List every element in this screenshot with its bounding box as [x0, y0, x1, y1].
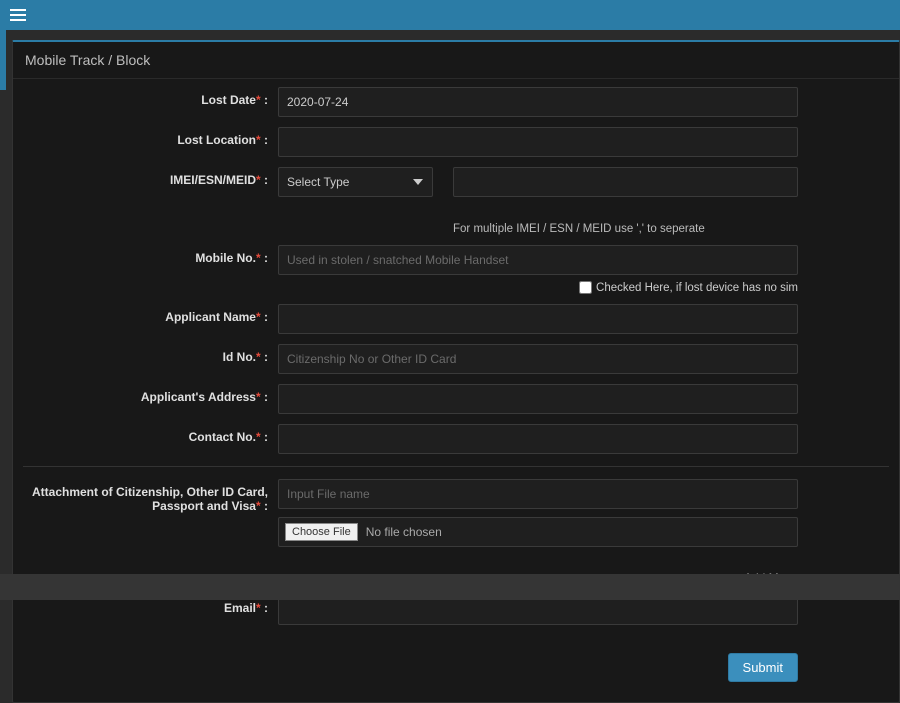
label-id-no: Id No.* :: [23, 344, 278, 364]
label-imei: IMEI/ESN/MEID* :: [23, 167, 278, 187]
contact-no-input[interactable]: [278, 424, 798, 454]
imei-type-select[interactable]: Select Type: [278, 167, 433, 197]
label-lost-date: Lost Date* :: [23, 87, 278, 107]
footer: [0, 574, 900, 600]
file-picker[interactable]: Choose File No file chosen: [278, 517, 798, 547]
menu-icon[interactable]: [10, 9, 26, 21]
choose-file-button[interactable]: Choose File: [285, 523, 358, 541]
submit-button[interactable]: Submit: [728, 653, 798, 682]
divider: [23, 466, 889, 467]
panel-title: Mobile Track / Block: [13, 42, 899, 79]
mobile-track-panel: Mobile Track / Block Lost Date* : Lost L…: [12, 40, 900, 703]
no-sim-checkbox[interactable]: [579, 281, 592, 294]
file-name-input[interactable]: [278, 479, 798, 509]
imei-help-text: For multiple IMEI / ESN / MEID use ',' t…: [278, 223, 798, 235]
label-mobile-no: Mobile No.* :: [23, 245, 278, 265]
no-file-label: No file chosen: [366, 525, 442, 539]
lost-location-input[interactable]: [278, 127, 798, 157]
mobile-no-input[interactable]: [278, 245, 798, 275]
address-input[interactable]: [278, 384, 798, 414]
applicant-name-input[interactable]: [278, 304, 798, 334]
sidebar-accent: [0, 30, 6, 90]
no-sim-label: Checked Here, if lost device has no sim: [596, 282, 798, 294]
lost-date-input[interactable]: [278, 87, 798, 117]
id-no-input[interactable]: [278, 344, 798, 374]
label-lost-location: Lost Location* :: [23, 127, 278, 147]
label-contact-no: Contact No.* :: [23, 424, 278, 444]
label-attachment: Attachment of Citizenship, Other ID Card…: [23, 479, 278, 513]
top-bar: [0, 0, 900, 30]
imei-input[interactable]: [453, 167, 798, 197]
label-applicant-name: Applicant Name* :: [23, 304, 278, 324]
label-address: Applicant's Address* :: [23, 384, 278, 404]
